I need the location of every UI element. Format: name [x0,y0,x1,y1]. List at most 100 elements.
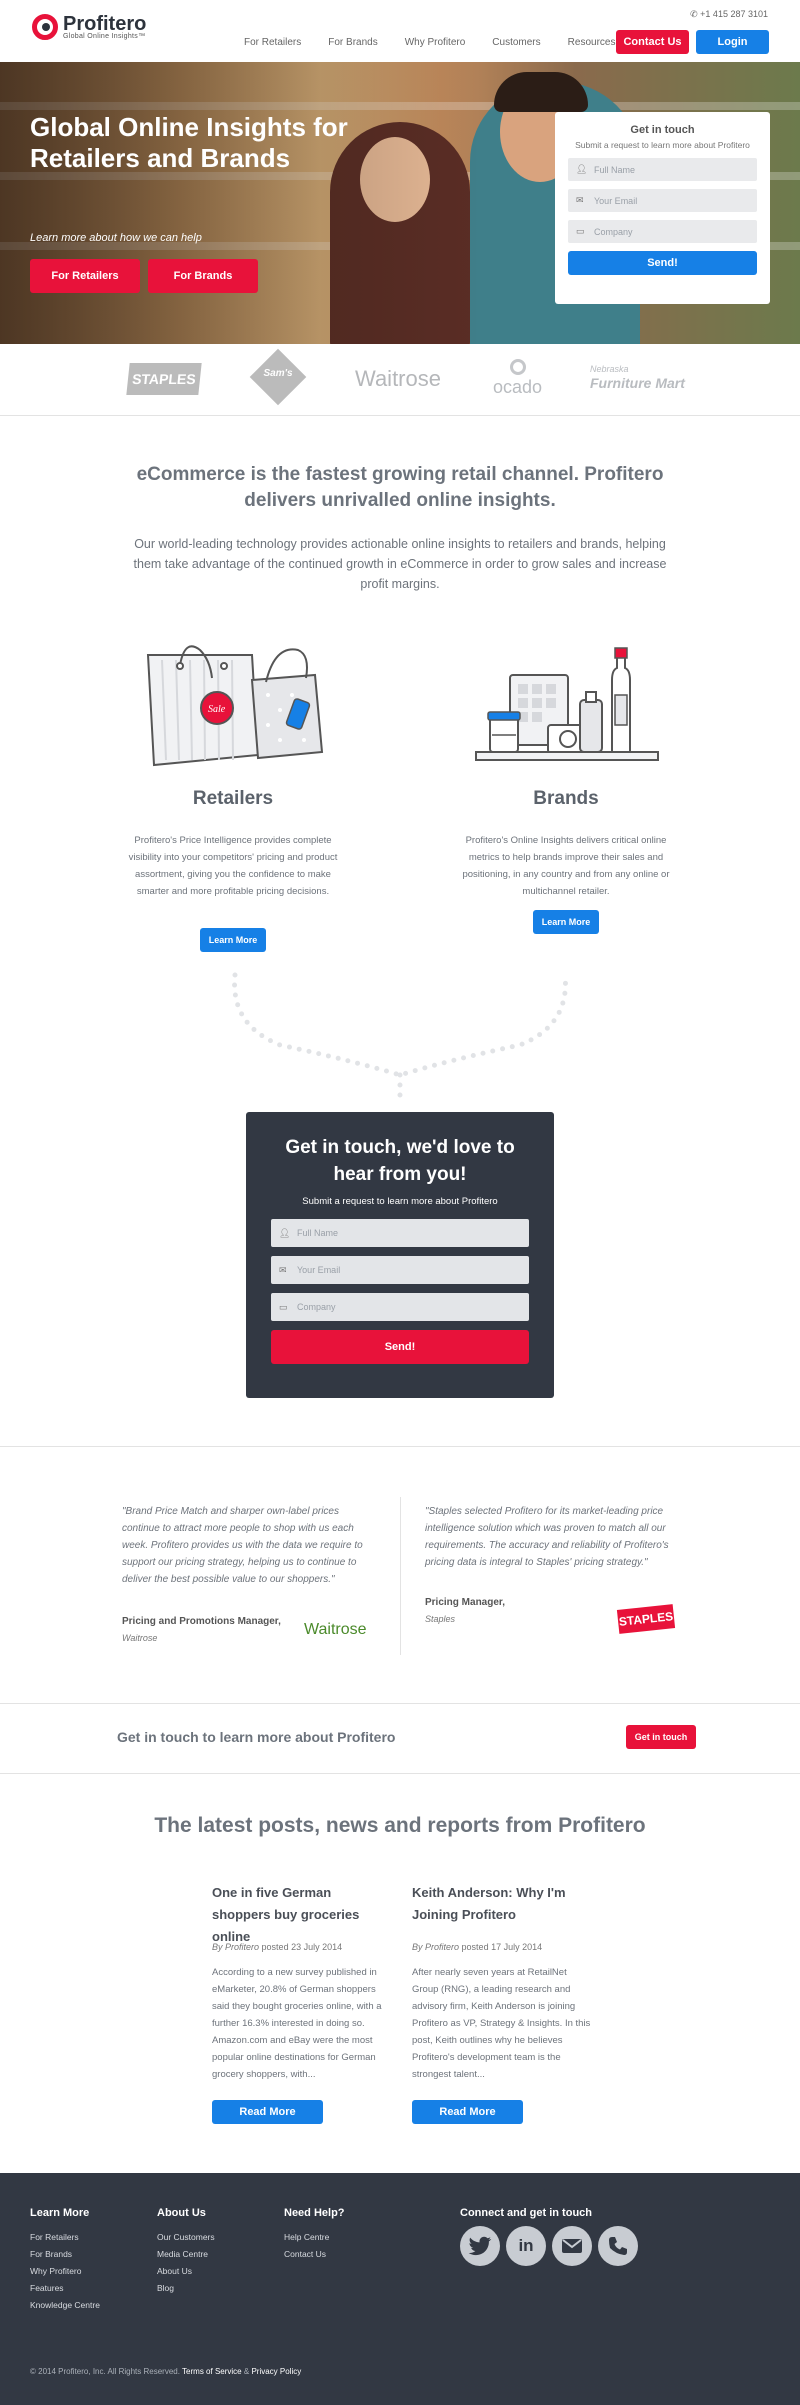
post-meta-1: By Profitero posted 23 July 2014 [212,1942,342,1952]
briefcase-icon: ▭ [576,226,585,236]
site-header: Profitero Global Online Insights™ ✆ +1 4… [0,0,800,62]
logo[interactable]: Profitero Global Online Insights™ [32,14,146,40]
brands-learn-more-button[interactable]: Learn More [533,910,599,934]
footer-link-why-profitero[interactable]: Why Profitero [30,2266,82,2276]
footer-link-for-retailers[interactable]: For Retailers [30,2232,79,2242]
footer-learn-more-heading: Learn More [30,2207,90,2219]
linkedin-icon[interactable]: in [506,2226,546,2266]
hero-subtitle: Learn more about how we can help [30,232,202,244]
sams-logo-text: Sam's [263,368,293,379]
intro-heading: eCommerce is the fastest growing retail … [136,464,664,511]
briefcase-icon: ▭ [279,1301,288,1312]
main-nav: For Retailers For Brands Why Profitero C… [244,37,642,48]
brands-body: Profitero's Online Insights delivers cri… [462,835,670,897]
hero-for-brands-button[interactable]: For Brands [148,259,258,293]
hero-company-placeholder: Company [594,226,633,237]
nav-resources[interactable]: Resources [568,37,616,48]
nebraska-furniture-mart-logo: Nebraska Furniture Mart [590,362,685,390]
post-date-2: posted 17 July 2014 [461,1942,543,1952]
footer-link-for-brands[interactable]: For Brands [30,2249,72,2259]
footer-connect-heading: Connect and get in touch [460,2207,592,2219]
email-field[interactable]: ✉ Your Email [271,1256,529,1284]
nav-why-profitero[interactable]: Why Profitero [405,37,466,48]
post-meta-2: By Profitero posted 17 July 2014 [412,1942,542,1952]
hero-for-retailers-button[interactable]: For Retailers [30,259,140,293]
phone-icon: ✆ [690,9,698,19]
testimonial-name-waitrose: Pricing and Promotions Manager, [122,1616,281,1627]
user-icon: 👤︎ [279,1227,291,1238]
copyright-text: © 2014 Profitero, Inc. All Rights Reserv… [30,2367,180,2376]
hero-full-name-field[interactable]: 👤︎ Full Name [568,158,757,181]
twitter-icon[interactable] [460,2226,500,2266]
retailers-learn-more-button[interactable]: Learn More [200,928,266,952]
privacy-policy-link[interactable]: Privacy Policy [251,2367,301,2376]
phone-number[interactable]: ✆ +1 415 287 3101 [690,9,768,20]
hero-form-title: Get in touch [630,124,695,136]
hero-contact-form: Get in touch Submit a request to learn m… [555,112,770,304]
post-date-1: posted 23 July 2014 [261,1942,343,1952]
hero-send-button[interactable]: Send! [568,251,757,275]
testimonial-quote-waitrose: "Brand Price Match and sharper own-label… [122,1506,363,1585]
waitrose-logo: Waitrose [355,366,441,391]
post-title-1[interactable]: One in five German shoppers buy grocerie… [212,1882,392,1948]
footer-link-our-customers[interactable]: Our Customers [157,2232,215,2242]
post-read-more-button-1[interactable]: Read More [212,2100,323,2124]
post-excerpt-2: After nearly seven years at RetailNet Gr… [412,1967,591,2080]
logo-mark-icon [32,14,58,40]
company-field[interactable]: ▭ Company [271,1293,529,1321]
email-icon: ✉ [576,195,584,205]
post-excerpt-1: According to a new survey published in e… [212,1967,382,2080]
staples-logo: STAPLES [126,363,202,395]
email-icon: ✉ [279,1264,287,1275]
contact-form-subtitle: Submit a request to learn more about Pro… [302,1196,498,1207]
post-author-2: By Profitero [412,1942,460,1952]
ocado-logo: ocado [493,359,542,398]
footer-about-us-heading: About Us [157,2207,206,2219]
footer-link-media-centre[interactable]: Media Centre [157,2249,208,2259]
testimonial-quote-staples: "Staples selected Profitero for its mark… [425,1506,669,1568]
logo-tagline: Global Online Insights™ [63,32,146,40]
nav-for-retailers[interactable]: For Retailers [244,37,301,48]
logo-name: Profitero [63,12,147,35]
hero-email-placeholder: Your Email [594,195,638,206]
ocado-moon-icon [509,359,526,375]
contact-form-panel: Get in touch, we'd love to hear from you… [246,1112,554,1398]
staples-testimonial-logo: STAPLES [616,1604,676,1634]
footer-need-help-heading: Need Help? [284,2207,345,2219]
retailers-body: Profitero's Price Intelligence provides … [128,835,338,897]
footer-link-help-centre[interactable]: Help Centre [284,2232,329,2242]
post-author-1: By Profitero [212,1942,260,1952]
cta-text: Get in touch to learn more about Profite… [117,1729,396,1745]
nav-customers[interactable]: Customers [492,37,540,48]
contact-form-heading: Get in touch, we'd love to hear from you… [285,1137,515,1185]
brands-heading: Brands [533,788,599,809]
login-button[interactable]: Login [696,30,769,54]
hero-company-field[interactable]: ▭ Company [568,220,757,243]
testimonial-name-staples: Pricing Manager, [425,1597,506,1608]
retailers-heading: Retailers [192,788,274,809]
phone-icon[interactable] [598,2226,638,2266]
email-placeholder: Your Email [297,1265,341,1275]
footer-link-contact-us[interactable]: Contact Us [284,2249,326,2259]
nav-for-brands[interactable]: For Brands [328,37,377,48]
footer-link-features[interactable]: Features [30,2283,64,2293]
testimonial-org-staples: Staples [425,1614,456,1624]
contact-us-button[interactable]: Contact Us [616,30,689,54]
footer-link-blog[interactable]: Blog [157,2283,174,2293]
hero-title: Global Online Insights for Retailers and… [30,112,348,173]
full-name-field[interactable]: 👤︎ Full Name [271,1219,529,1247]
testimonials-section: "Brand Price Match and sharper own-label… [0,1446,800,1704]
nfm-logo-top: Nebraska [590,364,629,374]
footer-link-knowledge-centre[interactable]: Knowledge Centre [30,2300,100,2310]
hero-form-subtitle: Submit a request to learn more about Pro… [575,140,750,150]
post-read-more-button-2[interactable]: Read More [412,2100,523,2124]
terms-of-service-link[interactable]: Terms of Service [182,2367,242,2376]
send-button[interactable]: Send! [271,1330,529,1364]
footer-link-about-us[interactable]: About Us [157,2266,192,2276]
get-in-touch-button[interactable]: Get in touch [626,1725,696,1749]
email-icon[interactable] [552,2226,592,2266]
shopping-bags-illustration: Sale [146,645,324,767]
full-name-placeholder: Full Name [297,1228,339,1238]
post-title-2[interactable]: Keith Anderson: Why I'm Joining Profiter… [412,1882,592,1926]
hero-email-field[interactable]: ✉ Your Email [568,189,757,212]
